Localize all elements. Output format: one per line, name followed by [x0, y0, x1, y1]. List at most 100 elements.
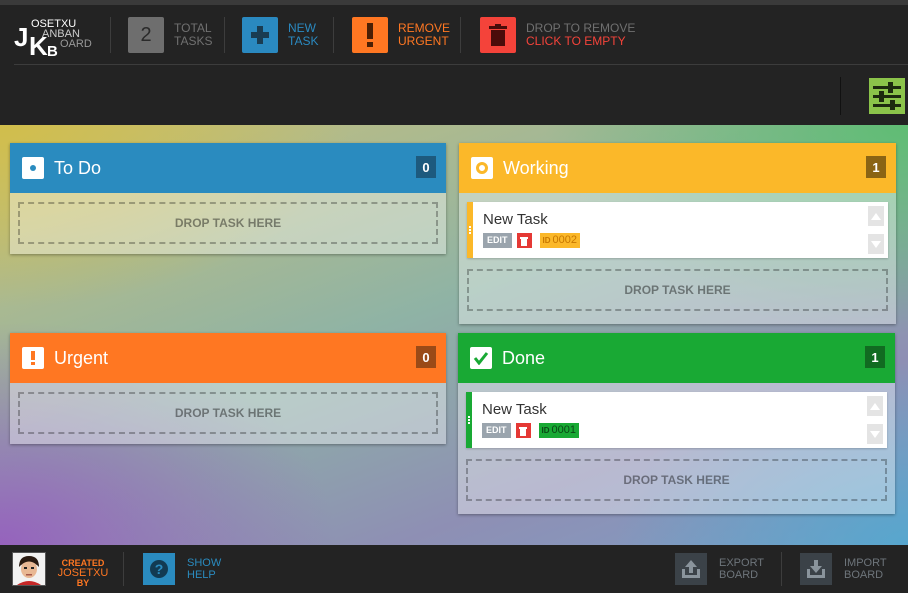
header-toolbar: OSETXU ANBAN OARD J K B 2 TOTAL TASKS NE… — [0, 5, 908, 65]
dot-icon — [22, 157, 44, 179]
new-task-button[interactable]: NEW TASK — [242, 17, 318, 53]
import-icon[interactable] — [800, 553, 832, 585]
task-id-badge: ID 0002 — [539, 233, 580, 248]
task-card[interactable]: New Task EDIT ID 0002 — [467, 202, 888, 258]
author-avatar[interactable] — [12, 552, 46, 586]
edit-button[interactable]: EDIT — [483, 233, 512, 248]
trash-icon[interactable] — [520, 236, 529, 246]
trash-label-2[interactable]: CLICK TO EMPTY — [526, 35, 635, 48]
id-label: ID — [541, 426, 550, 435]
export-icon[interactable] — [675, 553, 707, 585]
column-count: 1 — [866, 156, 886, 178]
divider — [460, 17, 461, 53]
divider — [840, 77, 841, 115]
export-label-1[interactable]: EXPORT — [719, 557, 764, 569]
column-header-working: Working 1 — [459, 143, 896, 193]
help-label-2[interactable]: HELP — [187, 569, 221, 581]
show-help-label[interactable]: SHOW HELP — [187, 557, 221, 581]
task-name[interactable]: New Task — [482, 401, 547, 418]
id-label: ID — [542, 236, 551, 245]
chevron-up-icon[interactable] — [871, 212, 881, 220]
column-title: Urgent — [54, 347, 109, 368]
help-icon[interactable]: ? — [143, 553, 175, 585]
drop-zone[interactable]: DROP TASK HERE — [18, 392, 438, 434]
drag-handle-icon[interactable] — [468, 416, 470, 424]
plus-icon[interactable] — [242, 17, 278, 53]
column-header-todo: To Do 0 — [10, 143, 446, 193]
total-tasks-label: TOTAL TASKS — [174, 22, 212, 48]
column-count: 0 — [416, 346, 436, 368]
header-divider — [14, 64, 908, 65]
settings-button[interactable] — [869, 78, 905, 114]
new-task-label-2[interactable]: TASK — [288, 35, 318, 48]
sliders-icon[interactable] — [872, 82, 902, 110]
move-up-button[interactable] — [867, 396, 883, 416]
trash-icon[interactable] — [480, 17, 516, 53]
divider — [110, 17, 111, 53]
drag-handle-icon[interactable] — [469, 226, 471, 234]
total-tasks-counter: 2 TOTAL TASKS — [128, 17, 212, 53]
export-board-label[interactable]: EXPORT BOARD — [719, 557, 764, 581]
author-credit: CREATED JOSETXU BY — [52, 558, 114, 588]
divider — [781, 552, 782, 586]
total-tasks-count: 2 — [140, 23, 152, 46]
import-label-1[interactable]: IMPORT — [844, 557, 887, 569]
chevron-down-icon[interactable] — [871, 240, 881, 248]
column-done: Done 1 New Task EDIT ID 0001 DROP TASK H… — [458, 333, 895, 514]
logo-letter-j: J — [14, 22, 29, 52]
column-title: Working — [503, 157, 569, 178]
chevron-down-icon[interactable] — [870, 430, 880, 438]
column-count: 0 — [416, 156, 436, 178]
edit-button[interactable]: EDIT — [482, 423, 511, 438]
task-card[interactable]: New Task EDIT ID 0001 — [466, 392, 887, 448]
task-color-bar — [467, 202, 473, 258]
trash-icon[interactable] — [519, 426, 528, 436]
column-todo: To Do 0 DROP TASK HERE — [10, 143, 446, 254]
delete-task-button[interactable] — [516, 233, 532, 248]
circle-icon — [471, 157, 493, 179]
export-label-2[interactable]: BOARD — [719, 569, 764, 581]
column-count: 1 — [865, 346, 885, 368]
task-move-controls — [867, 396, 883, 452]
task-meta: EDIT ID 0001 — [482, 423, 579, 438]
task-id: 0002 — [552, 234, 577, 246]
exclamation-icon[interactable] — [352, 17, 388, 53]
drop-zone[interactable]: DROP TASK HERE — [18, 202, 438, 244]
column-header-done: Done 1 — [458, 333, 895, 383]
export-board-button[interactable]: EXPORT BOARD — [675, 553, 764, 585]
task-meta: EDIT ID 0002 — [483, 233, 580, 248]
trash-dropzone[interactable]: DROP TO REMOVE CLICK TO EMPTY — [480, 17, 635, 53]
kanban-board: To Do 0 DROP TASK HERE Working 1 New Tas… — [0, 125, 908, 545]
app-logo: OSETXU ANBAN OARD J K B — [14, 19, 94, 61]
logo-letter-b: B — [47, 43, 58, 60]
new-task-label[interactable]: NEW TASK — [288, 22, 318, 48]
task-name[interactable]: New Task — [483, 211, 548, 228]
move-down-button[interactable] — [868, 234, 884, 254]
credit-line-3: BY — [76, 578, 90, 588]
show-help-button[interactable]: ? SHOW HELP — [143, 553, 221, 585]
move-up-button[interactable] — [868, 206, 884, 226]
column-title: To Do — [54, 157, 102, 178]
column-urgent: Urgent 0 DROP TASK HERE — [10, 333, 446, 444]
delete-task-button[interactable] — [515, 423, 531, 438]
import-board-button[interactable]: IMPORT BOARD — [800, 553, 887, 585]
trash-label[interactable]: DROP TO REMOVE CLICK TO EMPTY — [526, 22, 635, 48]
logo-text-3: OARD — [60, 38, 92, 50]
help-label-1[interactable]: SHOW — [187, 557, 221, 569]
total-tasks-label-2: TASKS — [174, 34, 213, 48]
drop-zone[interactable]: DROP TASK HERE — [466, 459, 887, 501]
remove-urgent-label[interactable]: REMOVE URGENT — [398, 22, 450, 48]
task-color-bar — [466, 392, 472, 448]
drop-zone[interactable]: DROP TASK HERE — [467, 269, 888, 311]
import-board-label[interactable]: IMPORT BOARD — [844, 557, 887, 581]
header-bar: OSETXU ANBAN OARD J K B 2 TOTAL TASKS NE… — [0, 5, 908, 125]
check-icon — [470, 347, 492, 369]
footer-bar: CREATED JOSETXU BY ? SHOW HELP EXPORT BO… — [0, 545, 908, 593]
remove-urgent-button[interactable]: REMOVE URGENT — [352, 17, 450, 53]
import-label-2[interactable]: BOARD — [844, 569, 887, 581]
chevron-up-icon[interactable] — [870, 402, 880, 410]
move-down-button[interactable] — [867, 424, 883, 444]
column-header-urgent: Urgent 0 — [10, 333, 446, 383]
remove-urgent-label-2[interactable]: URGENT — [398, 35, 450, 48]
task-id-badge: ID 0001 — [538, 423, 579, 438]
